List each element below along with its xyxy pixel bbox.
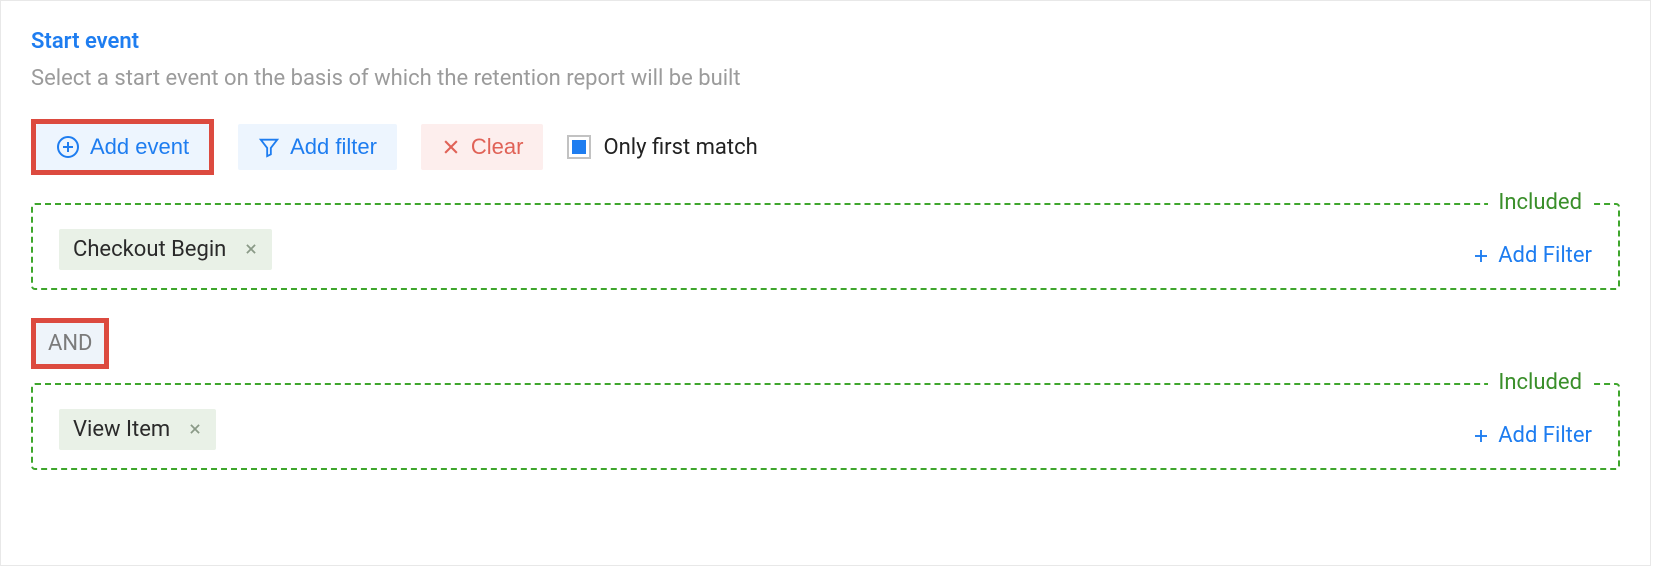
clear-label: Clear (471, 134, 524, 160)
event-block: Included Checkout Begin Add Filter (31, 203, 1620, 290)
event-block-wrap: Included View Item Add Filter (31, 383, 1620, 470)
clear-button[interactable]: Clear (421, 124, 544, 170)
section-subtitle: Select a start event on the basis of whi… (31, 66, 1620, 91)
block-add-filter-label: Add Filter (1498, 243, 1592, 268)
remove-chip-button[interactable] (244, 237, 258, 262)
add-filter-label: Add filter (290, 134, 377, 160)
event-chip[interactable]: View Item (59, 409, 216, 450)
block-legend: Included (1488, 370, 1592, 395)
add-event-highlight: Add event (31, 119, 214, 175)
funnel-icon (258, 136, 280, 158)
checkbox-checked-icon (572, 140, 586, 154)
toolbar: Add event Add filter Clear Only first ma… (31, 119, 1620, 175)
only-first-match-label: Only first match (603, 135, 757, 160)
event-chip-label: View Item (73, 417, 170, 442)
start-event-panel: Start event Select a start event on the … (0, 0, 1651, 566)
close-icon (188, 422, 202, 436)
logic-operator-highlight: AND (31, 318, 109, 369)
add-filter-button[interactable]: Add filter (238, 124, 397, 170)
add-event-button[interactable]: Add event (36, 124, 209, 170)
remove-chip-button[interactable] (188, 417, 202, 442)
logic-operator-chip[interactable]: AND (36, 323, 104, 364)
plus-icon (1472, 247, 1490, 265)
plus-icon (1472, 427, 1490, 445)
section-title: Start event (31, 29, 1620, 54)
event-chip[interactable]: Checkout Begin (59, 229, 272, 270)
add-event-label: Add event (90, 134, 189, 160)
close-icon (244, 242, 258, 256)
block-add-filter-button[interactable]: Add Filter (1472, 243, 1592, 268)
only-first-match-checkbox[interactable] (567, 135, 591, 159)
close-icon (441, 137, 461, 157)
plus-circle-icon (56, 135, 80, 159)
only-first-match-group[interactable]: Only first match (567, 135, 757, 160)
block-add-filter-button[interactable]: Add Filter (1472, 423, 1592, 448)
block-legend: Included (1488, 190, 1592, 215)
event-block-wrap: Included Checkout Begin Add Filter (31, 203, 1620, 290)
event-block: Included View Item Add Filter (31, 383, 1620, 470)
block-add-filter-label: Add Filter (1498, 423, 1592, 448)
event-chip-label: Checkout Begin (73, 237, 226, 262)
